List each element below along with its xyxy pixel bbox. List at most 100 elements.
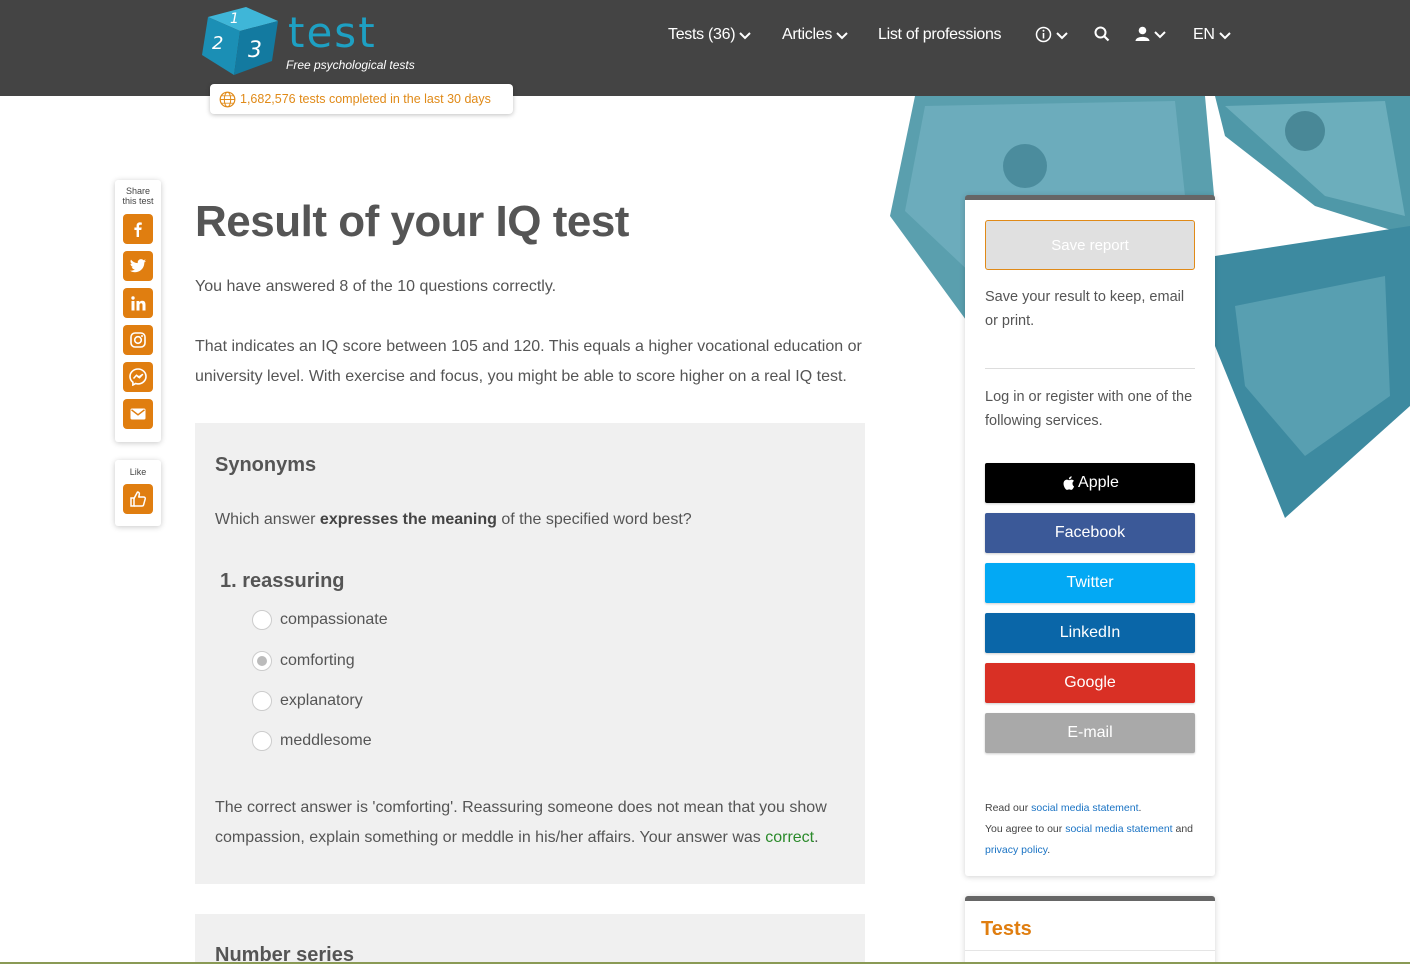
- radio-button-selected[interactable]: [252, 651, 272, 671]
- nav-info[interactable]: [1035, 26, 1069, 43]
- share-label-line1: Share: [125, 186, 151, 196]
- share-twitter-button[interactable]: [123, 251, 153, 281]
- save-report-panel: Save report Save your result to keep, em…: [965, 195, 1215, 876]
- chevron-down-icon: [739, 32, 751, 40]
- login-facebook-button[interactable]: Facebook: [985, 513, 1195, 553]
- answer-option[interactable]: compassionate: [252, 610, 388, 630]
- agree-note: You agree to our social media statement …: [985, 823, 1193, 835]
- nav-articles-label: Articles: [782, 26, 833, 43]
- answer-explanation: The correct answer is 'comforting'. Reas…: [215, 793, 855, 853]
- nav-tests[interactable]: Tests (36): [668, 26, 752, 44]
- chevron-down-icon: [1154, 31, 1166, 39]
- chevron-down-icon: [836, 32, 848, 40]
- agree-middle: and: [1172, 823, 1194, 835]
- result-suffix: .: [814, 829, 819, 846]
- login-google-button[interactable]: Google: [985, 663, 1195, 703]
- social-media-statement-link[interactable]: social media statement: [1031, 802, 1138, 814]
- share-label: Share this test: [115, 186, 161, 206]
- result-summary: You have answered 8 of the 10 questions …: [195, 278, 557, 295]
- svg-text:1: 1: [230, 11, 239, 27]
- login-email-button[interactable]: E-mail: [985, 713, 1195, 753]
- option-label: compassionate: [280, 611, 388, 628]
- section-heading: Number series: [215, 944, 354, 964]
- globe-icon: [219, 91, 236, 107]
- chevron-down-icon: [1218, 32, 1231, 40]
- option-label: meddlesome: [280, 732, 372, 749]
- nav-language-label: EN: [1193, 26, 1215, 43]
- search-icon: [1094, 26, 1110, 42]
- login-description: Log in or register with one of the follo…: [985, 389, 1193, 429]
- privacy-suffix: .: [1047, 844, 1051, 856]
- share-linkedin-button[interactable]: [123, 288, 153, 318]
- question-prompt: Which answer expresses the meaning of th…: [215, 511, 692, 529]
- site-header: 1 2 3 test Free psychological tests Test…: [0, 0, 1410, 96]
- agree-prefix: You agree to our: [985, 823, 1066, 835]
- like-label: Like: [129, 467, 147, 477]
- nav-articles[interactable]: Articles: [782, 26, 849, 44]
- like-button[interactable]: [123, 484, 153, 514]
- save-description: Save your result to keep, email or print…: [985, 289, 1185, 329]
- chevron-down-icon: [1056, 31, 1068, 39]
- linkedin-icon: [130, 295, 145, 310]
- info-icon: [1035, 26, 1052, 43]
- tests-panel-title: Tests: [981, 918, 1032, 940]
- login-linkedin-button[interactable]: LinkedIn: [985, 613, 1195, 653]
- svg-text:3: 3: [248, 38, 262, 63]
- answer-option[interactable]: comforting: [252, 651, 355, 671]
- nav-professions[interactable]: List of professions: [878, 26, 1002, 44]
- counter-text: 1,682,576 tests completed in the last 30…: [240, 92, 491, 106]
- login-twitter-button[interactable]: Twitter: [985, 563, 1195, 603]
- logo-wordmark[interactable]: test: [288, 8, 377, 57]
- thumbs-up-icon: [130, 491, 147, 507]
- question-section-number-series: Number series: [195, 914, 865, 964]
- apple-label: Apple: [1078, 474, 1119, 491]
- option-label: explanatory: [280, 692, 363, 709]
- instagram-icon: [130, 332, 146, 348]
- radio-button[interactable]: [252, 691, 272, 711]
- save-report-button[interactable]: Save report: [985, 220, 1195, 270]
- nav-tests-label: Tests (36): [668, 26, 736, 43]
- option-label: comforting: [280, 652, 355, 669]
- nav-search[interactable]: [1094, 26, 1110, 42]
- share-sidebar: Share this test: [115, 180, 161, 442]
- radio-button[interactable]: [252, 731, 272, 751]
- tests-panel: Tests: [965, 896, 1215, 964]
- section-heading: Synonyms: [215, 454, 317, 476]
- share-email-button[interactable]: [123, 399, 153, 429]
- nav-language[interactable]: EN: [1193, 26, 1232, 44]
- apple-icon: [1063, 476, 1075, 490]
- iq-score-text: That indicates an IQ score between 105 a…: [195, 338, 862, 385]
- prompt-before: Which answer: [215, 511, 320, 528]
- read-prefix: Read our: [985, 802, 1032, 814]
- privacy-note: privacy policy.: [985, 844, 1050, 856]
- question-title: 1. reassuring: [220, 570, 345, 592]
- share-messenger-button[interactable]: [123, 362, 153, 392]
- share-label-line2: this test: [122, 196, 154, 206]
- social-media-statement-link[interactable]: social media statement: [1065, 823, 1172, 835]
- share-facebook-button[interactable]: [123, 214, 153, 244]
- privacy-policy-link[interactable]: privacy policy: [985, 844, 1047, 856]
- tests-panel-divider: [965, 950, 1215, 951]
- twitter-icon: [130, 259, 146, 273]
- nav-account[interactable]: [1135, 26, 1167, 42]
- logo-tagline: Free psychological tests: [286, 58, 415, 72]
- user-icon: [1135, 26, 1150, 41]
- share-instagram-button[interactable]: [123, 325, 153, 355]
- like-box: Like: [115, 460, 161, 526]
- tests-completed-counter: 1,682,576 tests completed in the last 30…: [210, 84, 513, 114]
- answer-option[interactable]: explanatory: [252, 691, 363, 711]
- result-word: correct: [765, 829, 815, 846]
- facebook-icon: [134, 222, 142, 237]
- page-title: Result of your IQ test: [195, 197, 629, 246]
- nav-professions-label: List of professions: [878, 26, 1002, 43]
- explanation-text: The correct answer is 'comforting'. Reas…: [215, 799, 827, 846]
- read-statement-note: Read our social media statement.: [985, 802, 1141, 814]
- radio-button[interactable]: [252, 610, 272, 630]
- messenger-icon: [129, 368, 147, 386]
- login-apple-button[interactable]: Apple: [985, 463, 1195, 503]
- logo-cube-icon[interactable]: 1 2 3: [200, 3, 280, 75]
- svg-text:2: 2: [212, 33, 223, 54]
- read-suffix: .: [1138, 802, 1142, 814]
- answer-option[interactable]: meddlesome: [252, 731, 372, 751]
- prompt-bold: expresses the meaning: [319, 511, 497, 528]
